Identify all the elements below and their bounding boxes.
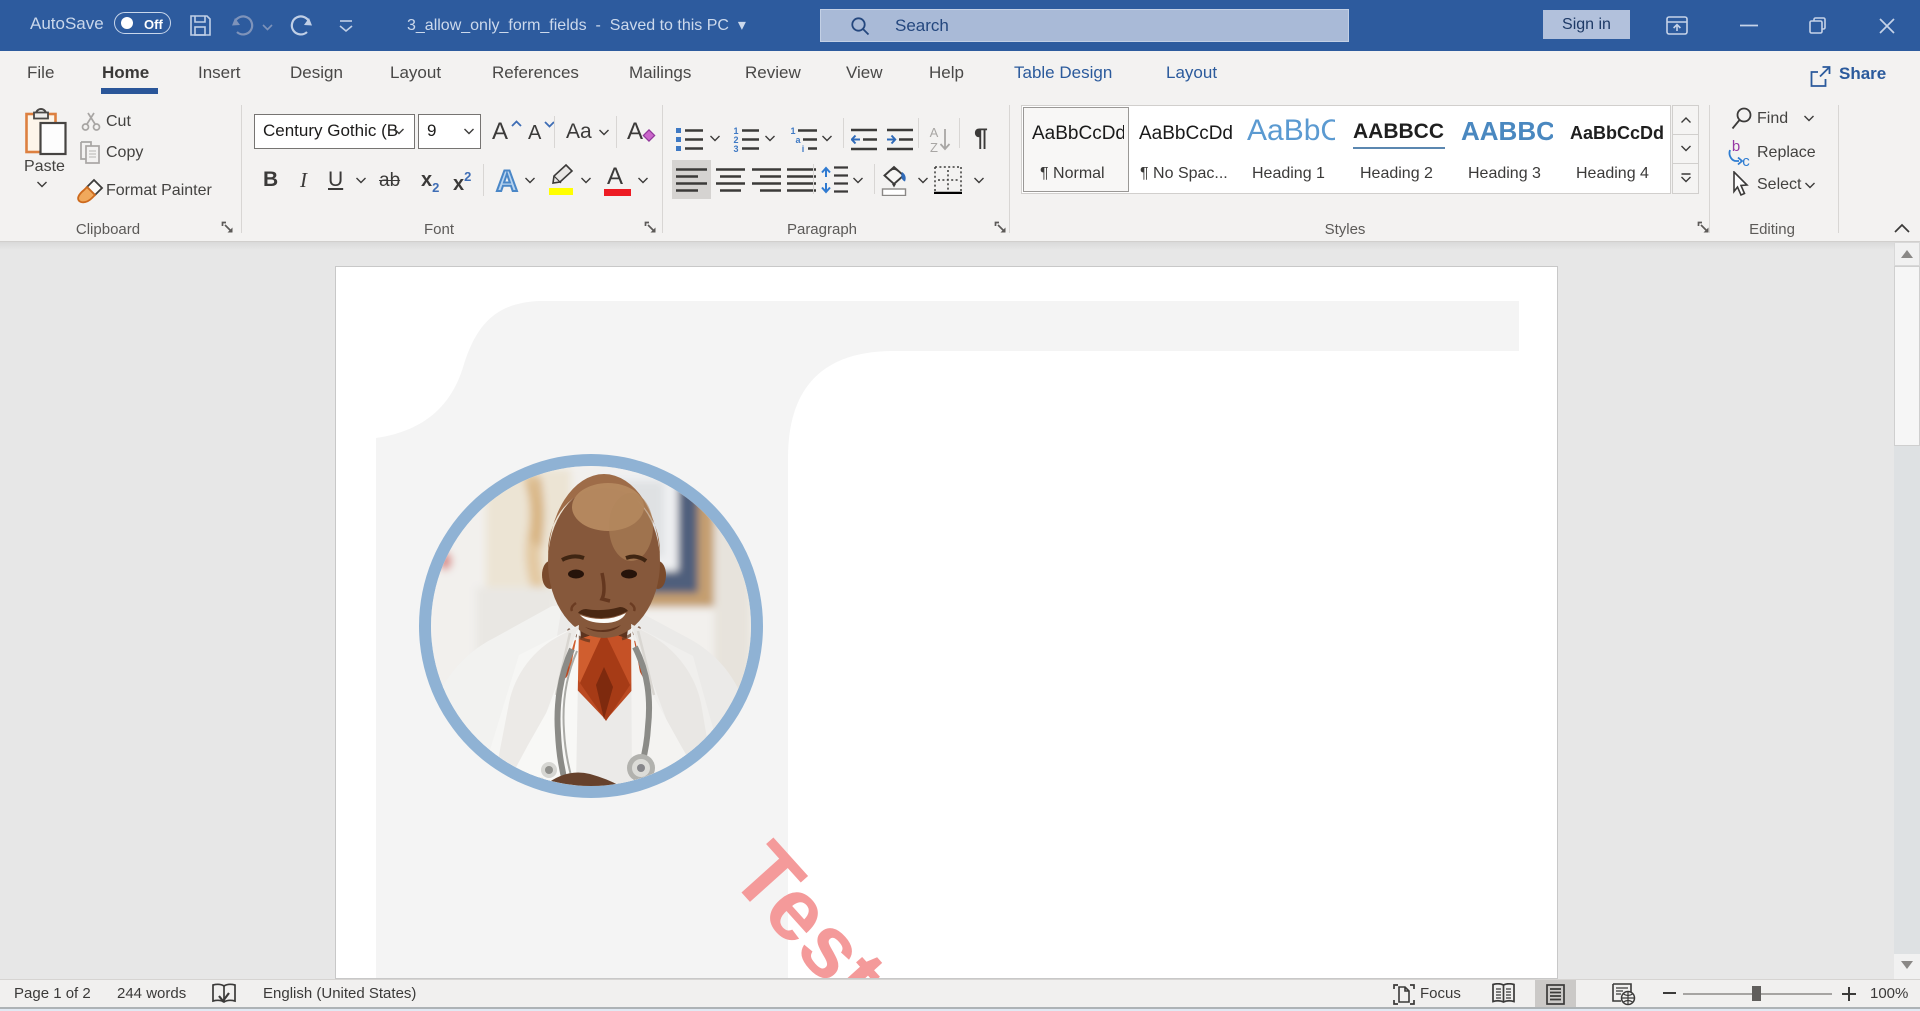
svg-text:3: 3 (733, 144, 738, 153)
svg-text:a: a (795, 135, 801, 145)
svg-text:A: A (496, 165, 518, 196)
svg-text:Z: Z (930, 140, 938, 154)
svg-text:b: b (1732, 140, 1740, 155)
svg-text:i: i (802, 144, 805, 153)
svg-text:A: A (930, 126, 939, 140)
svg-text:c: c (1742, 153, 1750, 168)
